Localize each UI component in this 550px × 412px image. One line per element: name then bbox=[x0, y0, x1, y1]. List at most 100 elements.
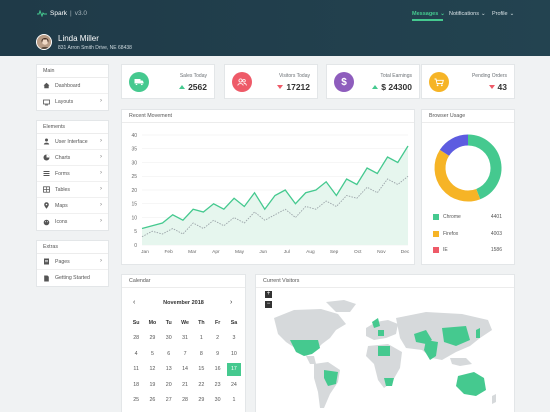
sidebar-item-forms[interactable]: Forms › bbox=[37, 166, 108, 182]
calendar-day[interactable]: 28 bbox=[177, 393, 193, 409]
brand[interactable]: Spark | v3.0 bbox=[37, 10, 87, 17]
calendar-day[interactable]: 2 bbox=[209, 331, 225, 347]
calendar-day[interactable]: 18 bbox=[128, 377, 144, 393]
map-region-south-america[interactable] bbox=[314, 362, 340, 408]
browser-donut-chart bbox=[434, 134, 502, 202]
legend-value: 4003 bbox=[490, 231, 502, 237]
calendar-day[interactable]: 25 bbox=[128, 393, 144, 409]
chevron-right-icon: › bbox=[100, 98, 102, 104]
chevron-right-icon: › bbox=[100, 138, 102, 144]
calendar-day[interactable]: 26 bbox=[144, 393, 160, 409]
chevron-down-icon: ⌄ bbox=[509, 11, 515, 17]
nav-profile[interactable]: Profile ⌄ bbox=[492, 11, 514, 17]
calendar-day[interactable]: 28 bbox=[128, 331, 144, 347]
sidebar-item-dashboard[interactable]: Dashboard bbox=[37, 78, 108, 94]
stat-value-text: 43 bbox=[497, 82, 507, 92]
pages-icon bbox=[43, 258, 50, 265]
sidebar-item-maps[interactable]: Maps › bbox=[37, 198, 108, 214]
calendar-next-button[interactable]: › bbox=[230, 299, 232, 306]
calendar-day[interactable]: 20 bbox=[161, 377, 177, 393]
y-tick-label: 20 bbox=[131, 188, 137, 194]
calendar-day[interactable]: 5 bbox=[144, 346, 160, 362]
map-region-greenland[interactable] bbox=[326, 300, 356, 312]
map-zoom-in-button[interactable]: + bbox=[265, 291, 272, 298]
calendar-day[interactable]: 7 bbox=[177, 346, 193, 362]
x-tick-label: Jul bbox=[284, 249, 290, 255]
avatar[interactable] bbox=[36, 34, 52, 50]
calendar-day[interactable]: 17 bbox=[226, 362, 242, 376]
calendar-day[interactable]: 10 bbox=[226, 346, 242, 362]
calendar-day[interactable]: 13 bbox=[161, 362, 177, 378]
stat-card-visitors: Visitors Today 17212 bbox=[224, 64, 318, 99]
sidebar-item-charts[interactable]: Charts › bbox=[37, 150, 108, 166]
calendar-day[interactable]: 31 bbox=[177, 331, 193, 347]
calendar-day[interactable]: 23 bbox=[209, 377, 225, 393]
calendar-day[interactable]: 21 bbox=[177, 377, 193, 393]
stat-label: Total Earnings bbox=[380, 73, 412, 79]
calendar-day[interactable]: 15 bbox=[193, 362, 209, 378]
nav-notifications[interactable]: Notifications ⌄ bbox=[449, 11, 486, 17]
pulse-logo-icon bbox=[37, 10, 47, 17]
map-region-germany[interactable] bbox=[378, 330, 384, 336]
calendar-day[interactable]: 27 bbox=[161, 393, 177, 409]
calendar-day[interactable]: 30 bbox=[161, 331, 177, 347]
calendar-day[interactable]: 29 bbox=[144, 331, 160, 347]
calendar-day[interactable]: 1 bbox=[193, 331, 209, 347]
sidebar-item-icons[interactable]: Icons › bbox=[37, 214, 108, 230]
calendar-weekday: Tu bbox=[165, 319, 172, 326]
sidebar-item-getting-started[interactable]: Getting Started bbox=[37, 270, 108, 286]
user-name: Linda Miller bbox=[58, 34, 99, 43]
nav-messages-label: Messages bbox=[412, 11, 439, 17]
calendar-day[interactable]: 22 bbox=[193, 377, 209, 393]
nav-messages[interactable]: Messages ⌄ bbox=[412, 11, 445, 17]
calendar-day[interactable]: 9 bbox=[209, 346, 225, 362]
calendar-weekday: Su bbox=[132, 319, 140, 326]
stat-card-orders: Pending Orders 43 bbox=[421, 64, 515, 99]
sidebar-item-tables[interactable]: Tables › bbox=[37, 182, 108, 198]
map-region-new-zealand[interactable] bbox=[492, 394, 496, 404]
calendar-day[interactable]: 19 bbox=[144, 377, 160, 393]
calendar-day[interactable]: 8 bbox=[193, 346, 209, 362]
panel-title: Recent Movement bbox=[122, 110, 414, 123]
calendar-weekday: Sa bbox=[230, 319, 238, 326]
calendar-day[interactable]: 14 bbox=[177, 362, 193, 378]
x-tick-label: Apr bbox=[212, 249, 220, 255]
stat-value-text: $ 24300 bbox=[381, 82, 412, 92]
user-address: 831 Arron Smith Drive, NE 68438 bbox=[58, 45, 132, 51]
trend-down-icon bbox=[488, 85, 495, 89]
calendar-day[interactable]: 3 bbox=[226, 331, 242, 347]
calendar-day[interactable]: 4 bbox=[128, 346, 144, 362]
chevron-right-icon: › bbox=[100, 258, 102, 264]
map-region-indonesia[interactable] bbox=[450, 358, 472, 366]
donut-slice-ie bbox=[439, 134, 469, 157]
calendar-day[interactable]: 24 bbox=[226, 377, 242, 393]
chevron-down-icon: ⌄ bbox=[480, 11, 486, 17]
map-region-australia[interactable] bbox=[456, 372, 486, 396]
calendar-day[interactable]: 1 bbox=[226, 393, 242, 409]
stat-value: 17212 bbox=[277, 82, 310, 92]
calendar-day[interactable]: 29 bbox=[193, 393, 209, 409]
sidebar-item-user-interface[interactable]: User Interface › bbox=[37, 134, 108, 150]
sidebar-item-layouts[interactable]: Layouts › bbox=[37, 94, 108, 110]
world-map[interactable] bbox=[266, 300, 506, 412]
calendar-day[interactable]: 16 bbox=[209, 362, 225, 378]
calendar-weekday: Th bbox=[198, 319, 205, 326]
calendar-day[interactable]: 12 bbox=[144, 362, 160, 378]
legend-swatch bbox=[433, 247, 439, 253]
map-region-united-states[interactable] bbox=[290, 340, 320, 356]
panel-title: Current Visitors bbox=[256, 275, 514, 288]
calendar-day[interactable]: 11 bbox=[128, 362, 144, 378]
panel-title: Calendar bbox=[122, 275, 245, 288]
x-tick-label: Dec bbox=[401, 249, 410, 255]
chevron-down-icon: ⌄ bbox=[440, 11, 445, 17]
stat-value: 43 bbox=[488, 82, 507, 92]
x-tick-label: Mar bbox=[188, 249, 197, 255]
x-tick-label: May bbox=[235, 249, 245, 255]
calendar-day[interactable]: 30 bbox=[209, 393, 225, 409]
sidebar-item-pages[interactable]: Pages › bbox=[37, 254, 108, 270]
map-region-egypt[interactable] bbox=[378, 346, 390, 356]
sidebar-item-label: Layouts bbox=[55, 99, 74, 105]
brand-name: Spark bbox=[50, 10, 67, 17]
calendar-day[interactable]: 6 bbox=[161, 346, 177, 362]
map-region-central-america[interactable] bbox=[306, 356, 316, 364]
